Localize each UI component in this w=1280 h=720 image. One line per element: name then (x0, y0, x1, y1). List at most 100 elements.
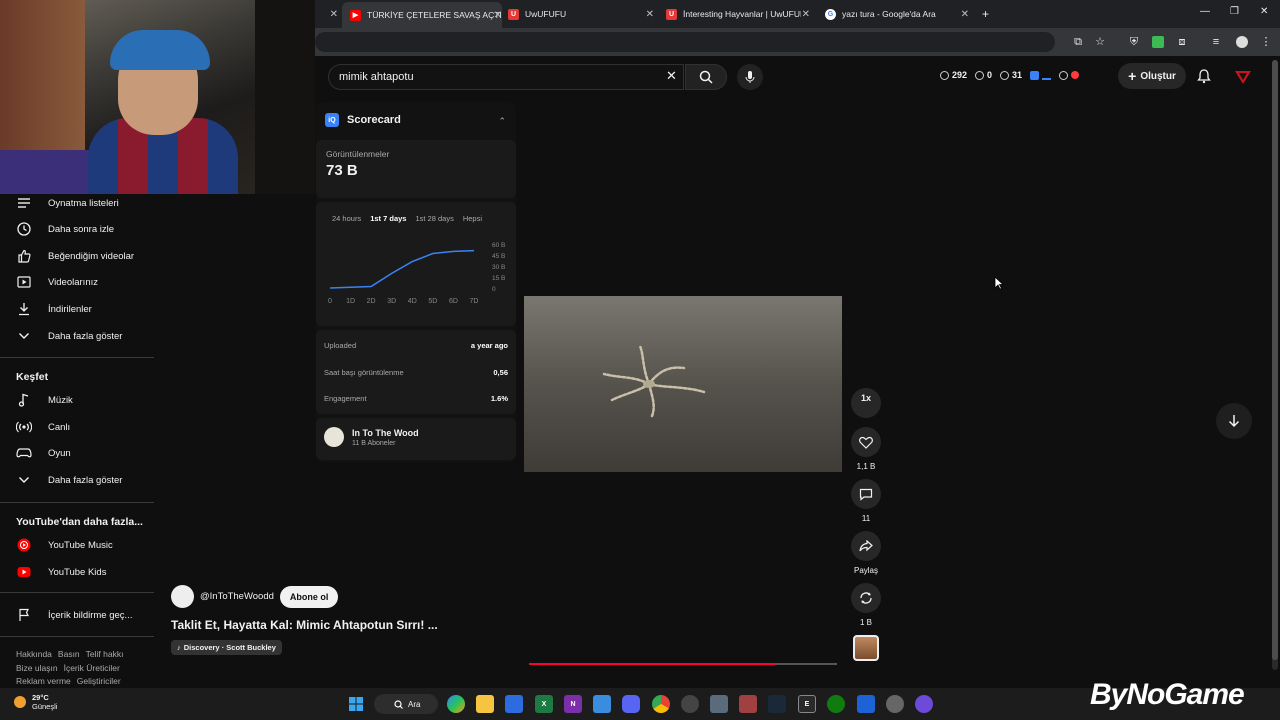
channel-avatar[interactable] (171, 585, 194, 608)
tab-all[interactable]: Hepsi (463, 214, 482, 223)
sidebar-item-downloads[interactable]: İndirilenler (16, 298, 92, 320)
bell-icon[interactable] (1196, 68, 1212, 84)
sidebar-item-gaming[interactable]: Oyun (16, 442, 71, 464)
sidebar-item-report[interactable]: İçerik bildirme geç... (16, 604, 132, 626)
taskbar-search[interactable]: Ara (374, 694, 438, 714)
footer-link[interactable]: Telif hakkı (86, 649, 124, 659)
footer-link[interactable]: Geliştiriciler (77, 676, 121, 686)
notification-dot-icon[interactable] (1071, 71, 1080, 79)
chevron-up-icon[interactable]: ⌃ (498, 116, 506, 127)
sidebar-item-your-videos[interactable]: Videolarınız (16, 271, 98, 293)
excel-icon[interactable]: X (535, 695, 553, 713)
footer-link[interactable]: Hakkında (16, 649, 52, 659)
video-progress-bar[interactable] (529, 663, 837, 665)
sidebar-show-more-1[interactable]: Daha fazla göster (16, 325, 122, 347)
remix-action[interactable]: 1 B (851, 583, 881, 627)
close-icon[interactable]: ✕ (646, 9, 654, 20)
notepad-icon[interactable] (593, 695, 611, 713)
extensions-puzzle-icon[interactable]: ⧈ (1176, 36, 1188, 48)
xbox-icon[interactable] (827, 695, 845, 713)
share-action[interactable]: Paylaş (851, 531, 881, 575)
store-icon[interactable] (505, 695, 523, 713)
award-icon[interactable] (1059, 70, 1069, 80)
file-explorer-icon[interactable] (476, 695, 494, 713)
obs-icon[interactable] (681, 695, 699, 713)
steam-icon[interactable] (768, 695, 786, 713)
like-button[interactable] (851, 427, 881, 457)
sound-thumbnail[interactable] (853, 635, 879, 661)
sidebar-show-more-2[interactable]: Daha fazla göster (16, 469, 122, 491)
scorecard-channel[interactable]: In To The Wood 11 B Aboneler (324, 427, 419, 447)
ea-app-icon[interactable] (857, 695, 875, 713)
minimize-icon[interactable]: — (1200, 6, 1210, 17)
footer-link[interactable]: Basın (58, 649, 80, 659)
windows-start-icon[interactable] (347, 695, 365, 713)
new-tab-button[interactable]: + (982, 4, 996, 24)
clear-search-icon[interactable]: ✕ (666, 68, 677, 84)
tab-close-partial[interactable]: ✕ (316, 4, 338, 24)
sidebar-item-playlists[interactable]: Oynatma listeleri (16, 192, 119, 214)
restore-icon[interactable]: ❐ (1230, 6, 1239, 17)
playback-speed-button[interactable]: 1x (851, 388, 881, 418)
video-title[interactable]: Taklit Et, Hayatta Kal: Mimic Ahtapotun … (171, 618, 438, 632)
close-icon[interactable]: ✕ (494, 10, 502, 21)
vidiq-icon[interactable] (1030, 70, 1040, 80)
like-action[interactable]: 1,1 B (851, 427, 881, 471)
weather-widget[interactable]: 29°C Güneşli (14, 693, 57, 711)
sidebar-item-youtube-music[interactable]: YouTube Music (16, 534, 113, 556)
comment-action[interactable]: 11 (851, 479, 881, 523)
close-icon[interactable]: ✕ (961, 9, 969, 20)
list-icon[interactable] (1042, 71, 1052, 80)
browser-tab-2[interactable]: U UwUFUFU ✕ (508, 4, 654, 24)
subscribe-button[interactable]: Abone ol (279, 585, 339, 608)
epic-games-icon[interactable]: E (798, 695, 816, 713)
sidebar-item-music[interactable]: Müzik (16, 389, 73, 411)
discord-icon[interactable] (622, 695, 640, 713)
menu-dots-icon[interactable]: ⋮ (1260, 36, 1272, 48)
voice-search-button[interactable] (737, 64, 763, 90)
short-video-player[interactable] (524, 296, 842, 472)
search-input[interactable] (339, 71, 639, 83)
comments-button[interactable] (851, 479, 881, 509)
create-button[interactable]: + Oluştur (1118, 63, 1186, 89)
footer-link[interactable]: İçerik Üreticiler (64, 663, 120, 673)
page-scrollbar[interactable] (1272, 60, 1278, 670)
tab-first-7-days[interactable]: 1st 7 days (370, 214, 406, 223)
snipping-tool-icon[interactable] (739, 695, 757, 713)
channel-avatar[interactable] (1234, 68, 1252, 86)
scorecard-header[interactable]: iQ Scorecard (325, 113, 401, 127)
close-icon[interactable]: ✕ (802, 9, 810, 20)
address-field[interactable] (315, 32, 1055, 52)
copilot-icon[interactable] (447, 695, 465, 713)
app-icon[interactable] (886, 695, 904, 713)
profile-avatar[interactable] (1236, 36, 1248, 48)
window-close-icon[interactable]: ✕ (1260, 6, 1268, 17)
tab-24-hours[interactable]: 24 hours (332, 214, 361, 223)
sidebar-item-watch-later[interactable]: Daha sonra izle (16, 218, 114, 240)
sound-chip[interactable]: ♪ Discovery · Scott Buckley (171, 640, 282, 655)
extension-green-icon[interactable] (1152, 36, 1164, 48)
calculator-icon[interactable] (710, 695, 728, 713)
chrome-icon[interactable] (652, 695, 670, 713)
footer-link[interactable]: Bize ulaşın (16, 663, 58, 673)
cast-icon[interactable]: ⧉ (1072, 36, 1084, 48)
sidebar-item-liked[interactable]: Beğendiğim videolar (16, 245, 134, 267)
search-button[interactable] (685, 64, 727, 90)
onenote-icon[interactable]: N (564, 695, 582, 713)
remix-button[interactable] (851, 583, 881, 613)
tab-first-28-days[interactable]: 1st 28 days (415, 214, 453, 223)
browser-tab-1[interactable]: ▶ TÜRKİYE ÇETELERE SAVAŞ AÇTI ✕ (342, 2, 502, 28)
extra-icons[interactable] (1059, 70, 1080, 80)
channel-handle[interactable]: @InToTheWoodd (200, 591, 274, 602)
footer-link[interactable]: Reklam verme (16, 676, 71, 686)
sidebar-item-youtube-kids[interactable]: YouTube Kids (16, 561, 106, 583)
next-video-button[interactable] (1216, 403, 1252, 439)
sidebar-item-live[interactable]: Canlı (16, 416, 70, 438)
close-icon[interactable]: ✕ (330, 9, 338, 20)
app-icon-2[interactable] (915, 695, 933, 713)
shield-icon[interactable]: ⛨ (1128, 36, 1140, 48)
browser-tab-4[interactable]: G yazı tura - Google'da Ara ✕ (825, 4, 969, 24)
browser-tab-3[interactable]: U İnteresting Hayvanlar | UwUFUFU ✕ (666, 4, 810, 24)
media-icon[interactable]: ≡ (1210, 36, 1222, 48)
share-button[interactable] (851, 531, 881, 561)
